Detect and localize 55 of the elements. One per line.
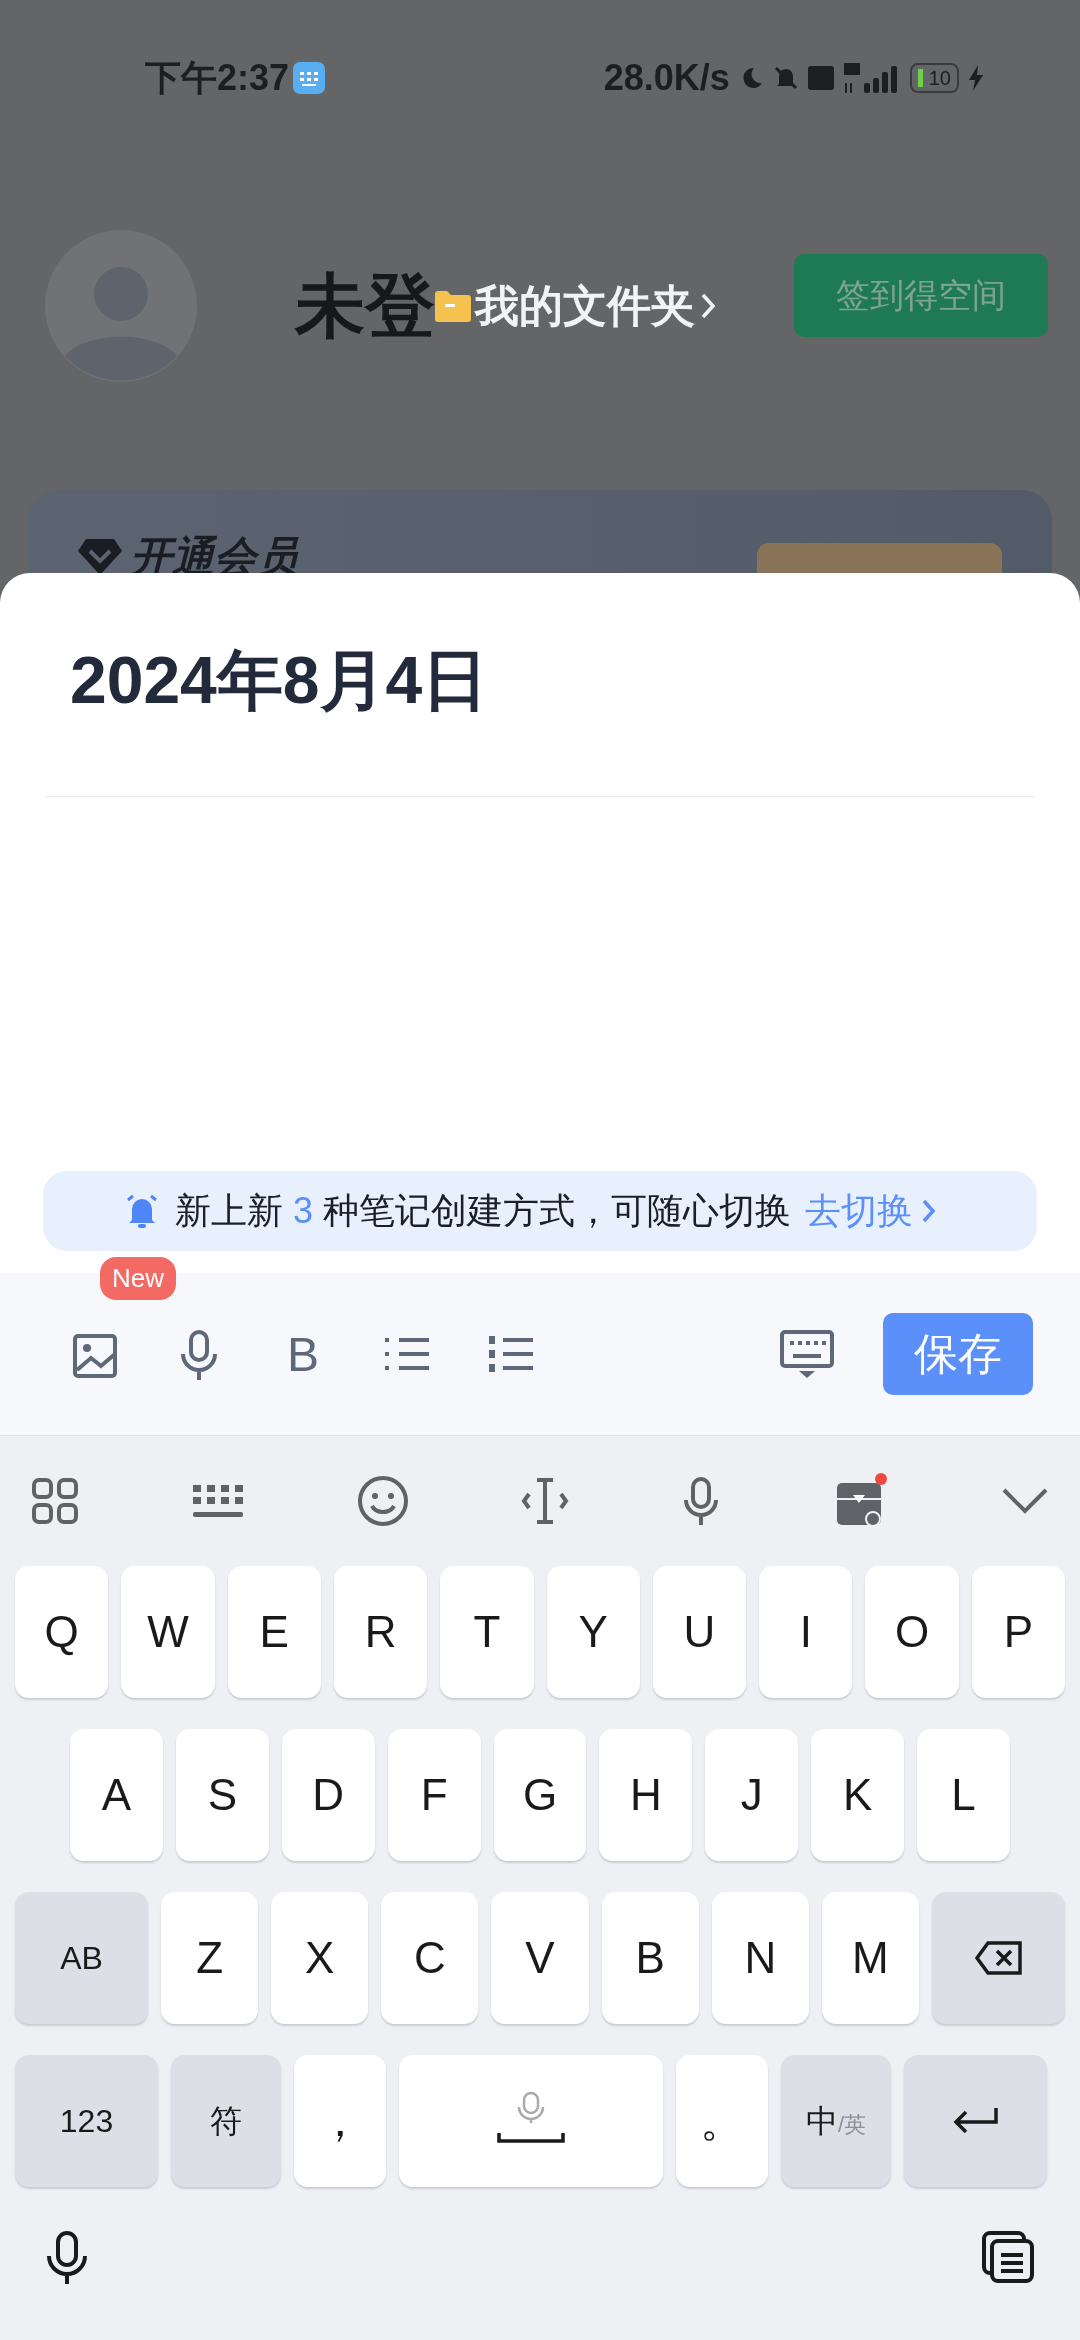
keyboard-icon <box>293 61 326 94</box>
keyboard-key[interactable]: ， <box>294 2055 386 2187</box>
keyboard-key[interactable]: F <box>387 1729 481 1861</box>
apps-grid-icon[interactable] <box>30 1476 80 1526</box>
battery-indicator: 10 <box>909 62 959 93</box>
clock-time: 下午2:37 <box>145 55 290 100</box>
keyboard-key[interactable]: 符 <box>171 2055 281 2187</box>
folder-link[interactable]: 我的文件夹 <box>435 273 717 339</box>
keyboard-key[interactable]: V <box>491 1892 589 2024</box>
keyboard-key[interactable]: C <box>381 1892 479 2024</box>
emoji-icon[interactable] <box>356 1475 409 1527</box>
clipboard-icon[interactable] <box>981 2230 1035 2284</box>
bold-button[interactable]: B <box>268 1319 338 1389</box>
keyboard-key[interactable]: 123 <box>15 2055 158 2187</box>
network-speed: 28.0K/s <box>603 55 730 100</box>
keyboard-key[interactable]: AB <box>15 1892 148 2024</box>
keyboard-key[interactable]: G <box>493 1729 587 1861</box>
keyboard-key[interactable]: E <box>227 1566 321 1698</box>
keyboard-key[interactable]: B <box>601 1892 699 2024</box>
keyboard-key[interactable]: I <box>759 1566 853 1698</box>
keyboard-key[interactable]: H <box>599 1729 693 1861</box>
keyboard-key[interactable]: W <box>121 1566 215 1698</box>
login-status: 未登 <box>295 265 435 347</box>
keyboard-key[interactable]: Z <box>161 1892 259 2024</box>
keyboard-key[interactable]: J <box>705 1729 799 1861</box>
backspace-icon <box>973 1940 1024 1976</box>
new-badge: New <box>100 1257 176 1300</box>
enter-icon <box>951 2106 1000 2136</box>
tip-text: 新上新 3 种笔记创建方式，可随心切换 <box>175 1189 792 1233</box>
charging-icon <box>967 63 985 92</box>
text-cursor-icon[interactable] <box>520 1476 570 1526</box>
keyboard-key[interactable]: A <box>70 1729 163 1861</box>
keyboard-key[interactable]: S <box>175 1729 269 1861</box>
microphone-icon[interactable] <box>45 2230 89 2286</box>
keyboard-key[interactable]: U <box>652 1566 747 1698</box>
keyboard-key[interactable]: X <box>271 1892 369 2024</box>
chevron-right-icon <box>699 291 717 321</box>
keyboard-key[interactable]: Y <box>546 1566 640 1698</box>
keyboard-key[interactable]: N <box>711 1892 809 2024</box>
keyboard-key[interactable]: R <box>333 1566 428 1698</box>
keyboard-key[interactable]: 。 <box>676 2055 768 2187</box>
keyboard-key[interactable]: Q <box>15 1566 109 1698</box>
backspace-key[interactable] <box>932 1892 1065 2024</box>
chevron-right-icon <box>921 1197 938 1225</box>
keyboard-key[interactable]: D <box>281 1729 375 1861</box>
folder-icon <box>435 290 471 322</box>
keyboard-key[interactable]: K <box>811 1729 905 1861</box>
keyboard-key[interactable]: P <box>971 1566 1065 1698</box>
keyboard-key[interactable]: T <box>440 1566 534 1698</box>
note-title[interactable]: 2024年8月4日 <box>70 643 489 717</box>
hide-keyboard-icon[interactable] <box>779 1329 835 1379</box>
keyboard-key[interactable]: 中/英 <box>781 2055 891 2187</box>
keyboard-key[interactable]: O <box>865 1566 959 1698</box>
keyboard-key[interactable]: M <box>821 1892 919 2024</box>
keyboard-key[interactable]: L <box>917 1729 1010 1861</box>
